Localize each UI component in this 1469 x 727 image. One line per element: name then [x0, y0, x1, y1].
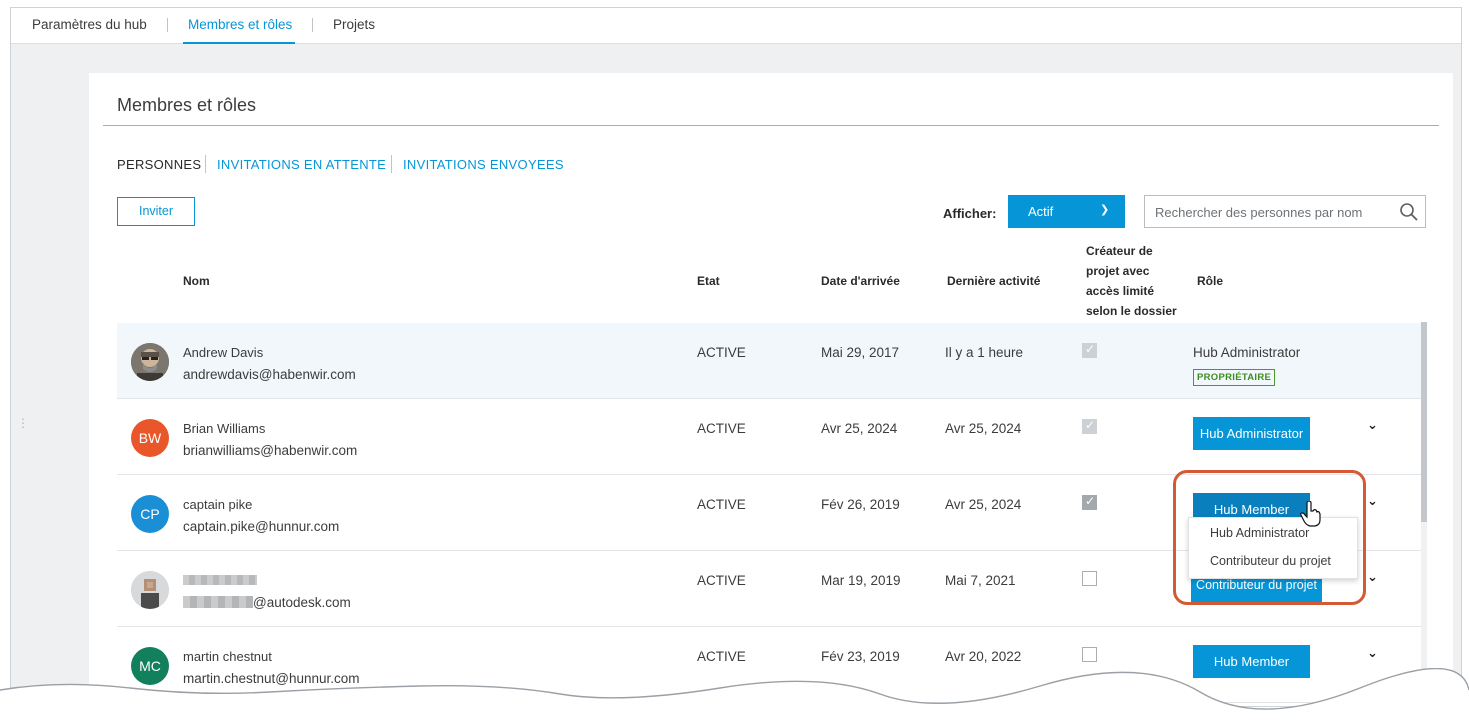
active-tab-indicator — [183, 42, 295, 44]
tab-hub-settings[interactable]: Paramètres du hub — [32, 17, 147, 32]
column-header-creator[interactable]: Créateur de projet avec accès limité sel… — [1086, 241, 1177, 321]
member-email: @autodesk.com — [253, 595, 351, 610]
avatar: BW — [131, 419, 169, 457]
chevron-down-icon[interactable]: ⌄ — [1367, 417, 1378, 433]
hand-cursor-icon — [1300, 501, 1321, 527]
member-last-activity: Avr 25, 2024 — [945, 497, 1022, 512]
member-status: ACTIVE — [697, 573, 746, 588]
tab-members-roles[interactable]: Membres et rôles — [188, 17, 292, 32]
member-name: martin chestnut — [183, 649, 272, 664]
member-joined-date: Mar 19, 2019 — [821, 573, 901, 588]
member-status: ACTIVE — [697, 345, 746, 360]
chevron-down-icon[interactable]: ⌄ — [1367, 493, 1378, 509]
creator-checkbox[interactable]: ✓ — [1082, 494, 1097, 510]
torn-edge-decoration — [0, 668, 1469, 727]
redacted-member-name — [183, 575, 257, 585]
status-filter-value: Actif — [1028, 204, 1054, 219]
column-header-status[interactable]: Etat — [697, 271, 720, 291]
creator-checkbox: ✓ — [1082, 418, 1097, 434]
search-icon[interactable] — [1399, 202, 1419, 222]
members-card: Membres et rôles PERSONNES INVITATIONS E… — [89, 73, 1453, 706]
chevron-down-icon[interactable]: ⌄ — [1367, 569, 1378, 585]
status-filter-select[interactable]: Actif ❯ — [1008, 195, 1125, 228]
table-scrollbar[interactable] — [1421, 322, 1427, 706]
column-header-joined[interactable]: Date d'arrivée — [821, 271, 900, 291]
subtab-pending-invitations[interactable]: INVITATIONS EN ATTENTE — [217, 157, 386, 172]
member-last-activity: Avr 20, 2022 — [945, 649, 1022, 664]
member-email: captain.pike@hunnur.com — [183, 519, 340, 534]
member-email: andrewdavis@habenwir.com — [183, 367, 356, 382]
column-header-role[interactable]: Rôle — [1197, 271, 1223, 291]
title-divider — [103, 125, 1439, 126]
member-last-activity: Avr 25, 2024 — [945, 421, 1022, 436]
table-row[interactable]: BW Brian Williams brianwilliams@habenwir… — [117, 399, 1421, 475]
nav-divider — [167, 18, 168, 32]
nav-divider — [312, 18, 313, 32]
member-joined-date: Fév 26, 2019 — [821, 497, 900, 512]
member-status: ACTIVE — [697, 421, 746, 436]
column-header-last-activity[interactable]: Dernière activité — [947, 271, 1040, 291]
member-name: Andrew Davis — [183, 345, 264, 360]
creator-checkbox[interactable] — [1082, 571, 1097, 586]
redacted-email-prefix — [183, 596, 253, 608]
page-title: Membres et rôles — [117, 95, 257, 115]
subtab-divider — [205, 155, 206, 173]
member-joined-date: Avr 25, 2024 — [821, 421, 898, 436]
avatar — [131, 343, 169, 381]
member-email: brianwilliams@habenwir.com — [183, 443, 358, 458]
resize-handle-icon[interactable]: ⋮ — [17, 416, 29, 430]
avatar — [131, 571, 169, 609]
member-status: ACTIVE — [697, 497, 746, 512]
member-name: Brian Williams — [183, 421, 266, 436]
search-input[interactable] — [1155, 203, 1390, 221]
subtab-divider — [391, 155, 392, 173]
owner-badge: PROPRIÉTAIRE — [1193, 369, 1276, 386]
chevron-down-icon[interactable]: ⌄ — [1367, 645, 1378, 661]
table-row[interactable]: Andrew Davis andrewdavis@habenwir.com AC… — [117, 323, 1421, 399]
role-select-button[interactable]: Hub Administrator — [1193, 417, 1310, 450]
member-status: ACTIVE — [697, 649, 746, 664]
invite-button[interactable]: Inviter — [117, 197, 195, 226]
chevron-down-icon: ❯ — [1100, 204, 1110, 216]
member-last-activity: Il y a 1 heure — [945, 345, 1024, 360]
tab-projects[interactable]: Projets — [333, 17, 375, 32]
subtab-sent-invitations[interactable]: INVITATIONS ENVOYEES — [403, 157, 564, 172]
creator-checkbox: ✓ — [1082, 342, 1097, 358]
annotation-highlight-ring — [1173, 470, 1366, 605]
filter-label: Afficher: — [943, 206, 997, 221]
member-joined-date: Mai 29, 2017 — [821, 345, 900, 360]
search-box[interactable] — [1144, 195, 1426, 228]
creator-checkbox[interactable] — [1082, 647, 1097, 662]
member-role: Hub Administrator — [1193, 345, 1301, 360]
member-last-activity: Mai 7, 2021 — [945, 573, 1016, 588]
avatar: CP — [131, 495, 169, 533]
member-name: captain pike — [183, 497, 253, 512]
top-navigation: Paramètres du hub Membres et rôles Proje… — [11, 8, 1461, 44]
column-header-name[interactable]: Nom — [183, 271, 210, 291]
scrollbar-thumb[interactable] — [1421, 322, 1427, 522]
member-joined-date: Fév 23, 2019 — [821, 649, 900, 664]
subtab-people[interactable]: PERSONNES — [117, 157, 201, 172]
